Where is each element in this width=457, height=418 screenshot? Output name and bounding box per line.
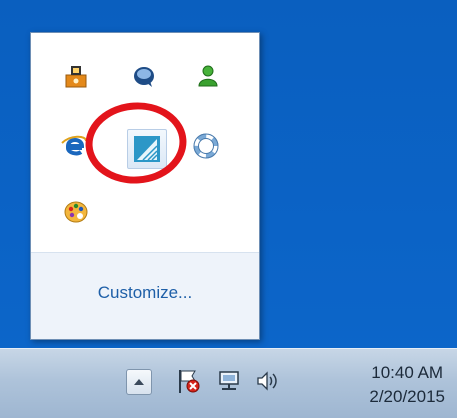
notification-overflow-popup: Customize... — [30, 32, 260, 340]
chevron-up-icon — [134, 379, 144, 385]
network-share-icon[interactable] — [59, 59, 93, 93]
palette-icon[interactable] — [59, 195, 93, 229]
chat-bubble-icon[interactable] — [127, 59, 161, 93]
taskbar: 10:40 AM 2/20/2015 — [0, 348, 457, 418]
show-hidden-icons-button[interactable] — [126, 369, 152, 395]
clock-date: 2/20/2015 — [369, 387, 445, 406]
customize-link[interactable]: Customize... — [31, 283, 259, 303]
blue-app-icon[interactable] — [127, 129, 167, 169]
user-green-icon[interactable] — [191, 59, 225, 93]
action-center-flag-icon[interactable] — [176, 367, 202, 395]
tray-icon-grid — [31, 33, 259, 255]
lifebuoy-icon[interactable] — [189, 129, 223, 163]
popup-footer: Customize... — [31, 252, 259, 339]
clock-time: 10:40 AM — [371, 363, 444, 382]
network-icon[interactable] — [216, 367, 242, 395]
system-clock[interactable]: 10:40 AM 2/20/2015 — [369, 361, 445, 409]
volume-speaker-icon[interactable] — [254, 367, 280, 395]
ie-browser-icon[interactable] — [57, 129, 91, 163]
